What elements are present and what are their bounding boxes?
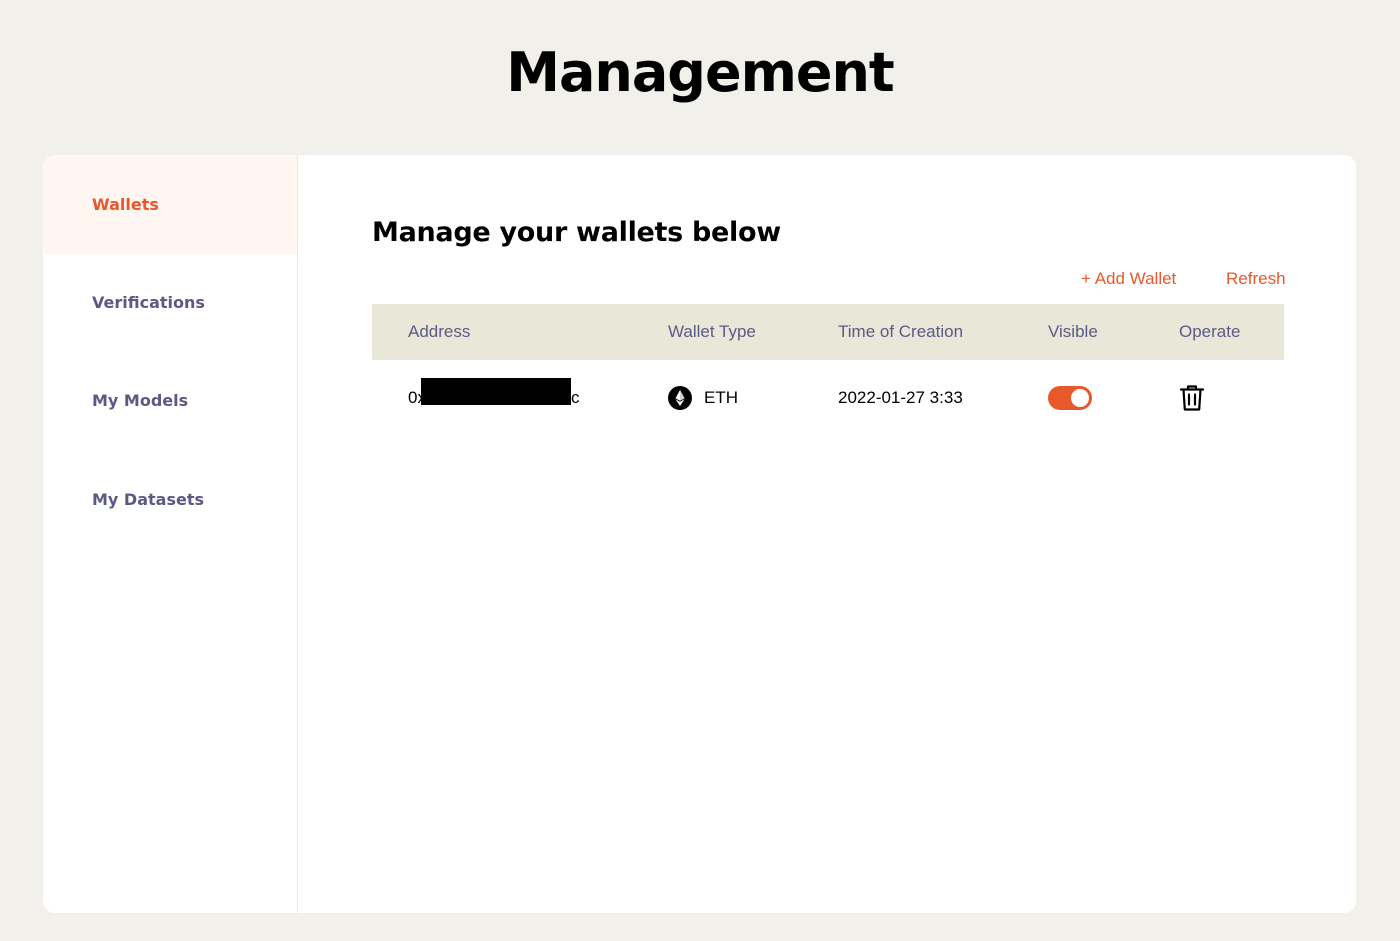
sidebar-item-my-models[interactable]: My Models [43, 351, 297, 450]
ethereum-icon [668, 386, 692, 410]
column-header-time-of-creation: Time of Creation [838, 322, 964, 341]
visible-toggle[interactable] [1048, 386, 1092, 410]
column-header-visible: Visible [1048, 322, 1098, 341]
trash-icon[interactable] [1179, 384, 1205, 412]
refresh-button[interactable]: Refresh [1226, 267, 1286, 291]
toggle-knob [1071, 389, 1089, 407]
page-title: Management [506, 41, 895, 104]
column-header-address: Address [408, 322, 471, 341]
visible-cell [1048, 360, 1092, 436]
operate-cell [1179, 360, 1205, 436]
address-suffix: c [571, 388, 580, 407]
sidebar-item-wallets[interactable]: Wallets [43, 155, 297, 254]
sidebar-item-label: Verifications [92, 293, 205, 312]
section-title: Manage your wallets below [372, 217, 781, 248]
management-card: Wallets Verifications My Models My Datas… [43, 155, 1356, 913]
column-header-operate: Operate [1179, 322, 1241, 341]
sidebar-item-label: My Datasets [92, 490, 204, 509]
address-redaction [421, 378, 571, 405]
table-row: 0x c ETH 2022-01-27 3:33 [372, 360, 1284, 436]
main-content: Manage your wallets below + Add Wallet R… [298, 155, 1356, 913]
wallet-address: 0x c [408, 378, 580, 408]
sidebar-item-verifications[interactable]: Verifications [43, 253, 297, 352]
wallets-table: Address Wallet Type Time of Creation Vis… [372, 304, 1284, 436]
sidebar-item-label: My Models [92, 391, 189, 410]
wallet-type-cell: ETH [668, 360, 738, 436]
sidebar-item-label: Wallets [92, 195, 159, 214]
wallet-type-label: ETH [704, 388, 738, 407]
wallet-address-cell: 0x c [408, 360, 580, 436]
table-header: Address Wallet Type Time of Creation Vis… [372, 304, 1284, 360]
sidebar: Wallets Verifications My Models My Datas… [43, 155, 298, 913]
sidebar-item-my-datasets[interactable]: My Datasets [43, 450, 297, 549]
time-of-creation-cell: 2022-01-27 3:33 [838, 388, 963, 407]
add-wallet-button[interactable]: + Add Wallet [1081, 267, 1176, 291]
column-header-wallet-type: Wallet Type [668, 322, 756, 341]
